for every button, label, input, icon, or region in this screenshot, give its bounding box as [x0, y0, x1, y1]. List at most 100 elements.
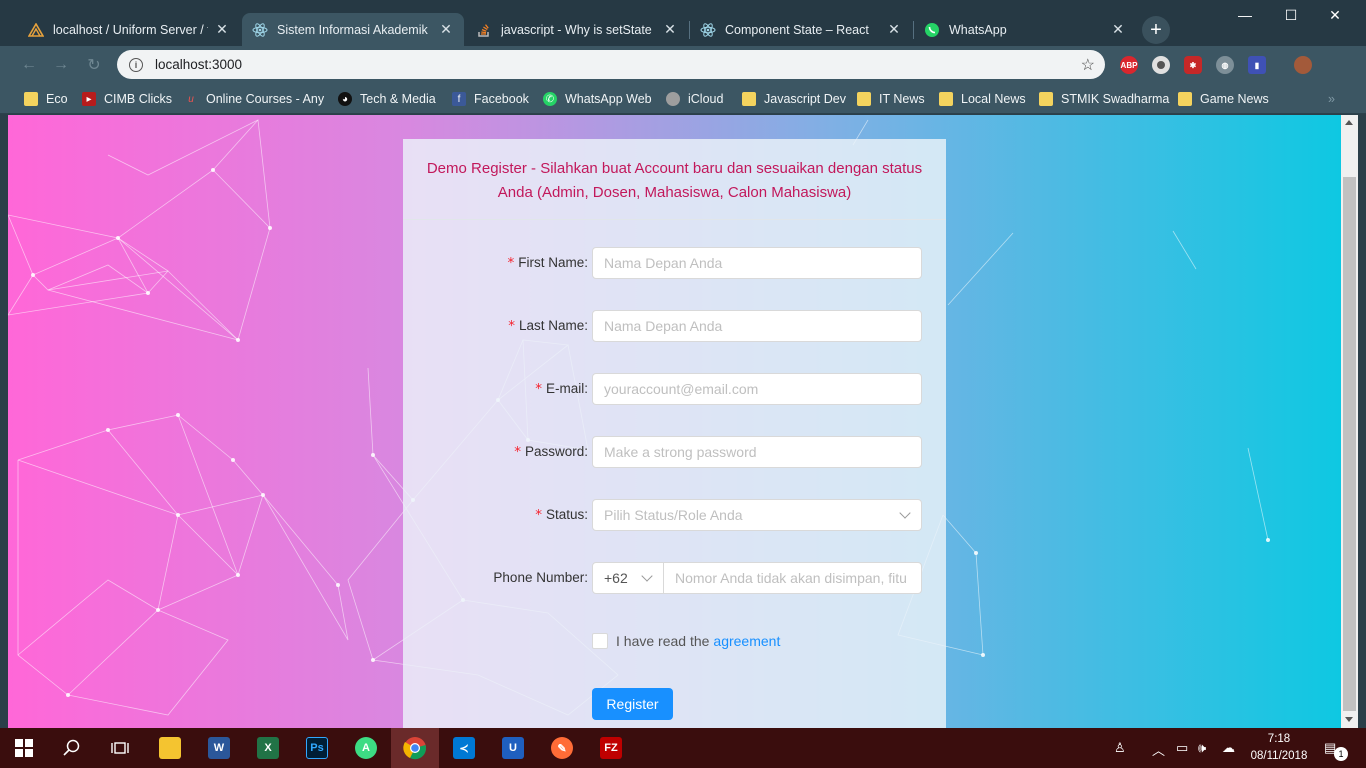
window-frame — [0, 115, 8, 728]
bookmark-eco[interactable]: Eco — [24, 90, 68, 108]
extension-circle-icon[interactable] — [1152, 56, 1170, 74]
postman-icon: ✎ — [551, 737, 573, 759]
new-tab-button[interactable]: + — [1142, 16, 1170, 44]
globe-icon[interactable]: ◍ — [1216, 56, 1234, 74]
taskbar-uniform-server[interactable]: U — [489, 728, 537, 768]
tab-component-state[interactable]: Component State – React ✕ — [690, 13, 912, 46]
bookmark-it-news[interactable]: IT News — [857, 90, 925, 108]
bookmark-facebook[interactable]: f Facebook — [452, 90, 529, 108]
chevron-up-icon[interactable]: ︿ — [1152, 740, 1165, 759]
close-window-icon[interactable]: ✕ — [1312, 4, 1358, 26]
password-placeholder: Make a strong password — [604, 444, 757, 460]
status-select[interactable]: Pilih Status/Role Anda — [592, 499, 922, 531]
tab-strip: localhost / Uniform Server / tu ✕ Sistem… — [0, 0, 1366, 46]
adblock-plus-icon[interactable]: ABP — [1120, 56, 1138, 74]
email-input[interactable]: youraccount@email.com — [592, 373, 922, 405]
bookmark-label: Javascript Dev — [764, 92, 846, 106]
bookmark-online-courses[interactable]: u Online Courses - Any — [184, 90, 324, 108]
chevron-down-icon — [641, 570, 653, 582]
people-icon[interactable]: ♙ — [1114, 740, 1126, 756]
tab-sistem-informasi[interactable]: Sistem Informasi Akademik Ka ✕ — [242, 13, 464, 46]
taskbar-chrome[interactable] — [391, 728, 439, 768]
first-name-input[interactable]: Nama Depan Anda — [592, 247, 922, 279]
bookmark-whatsapp-web[interactable]: ✆ WhatsApp Web — [543, 90, 652, 108]
bookmark-label: CIMB Clicks — [104, 92, 173, 106]
agreement-link[interactable]: agreement — [713, 633, 780, 649]
folder-icon — [857, 92, 871, 106]
bookmark-label: iCloud — [688, 92, 724, 106]
scrollbar-thumb[interactable] — [1343, 177, 1356, 711]
bookmark-tech-media[interactable]: ◕ Tech & Media — [338, 90, 436, 108]
battery-icon[interactable]: ▭ — [1176, 740, 1188, 756]
taskbar-vscode[interactable]: ≺ — [440, 728, 488, 768]
onedrive-icon[interactable]: ☁ — [1222, 740, 1235, 756]
taskbar-android-studio[interactable]: A — [342, 728, 390, 768]
bookmark-cimb[interactable]: ▸ CIMB Clicks — [82, 90, 172, 108]
reload-icon[interactable]: ↻ — [83, 54, 105, 76]
extension-red-icon[interactable]: ✱ — [1184, 56, 1202, 74]
taskbar-file-explorer[interactable] — [146, 728, 194, 768]
phone-input[interactable]: Nomor Anda tidak akan disimpan, fitu — [663, 562, 922, 594]
first-name-row: * First Name: Nama Depan Anda — [403, 247, 946, 279]
apple-icon — [666, 92, 680, 106]
tab-title: javascript - Why is setState in — [501, 22, 656, 37]
bookmark-stmik[interactable]: STMIK Swadharma — [1039, 90, 1169, 108]
agreement-row: I have read the agreement — [592, 633, 780, 649]
info-icon[interactable]: i — [129, 57, 143, 72]
password-input[interactable]: Make a strong password — [592, 436, 922, 468]
bookmark-game-news[interactable]: Game News — [1178, 90, 1269, 108]
taskbar-excel[interactable]: X — [244, 728, 292, 768]
address-bar[interactable]: i localhost:3000 ☆ — [117, 50, 1105, 79]
bookmark-star-icon[interactable]: ☆ — [1081, 55, 1095, 75]
last-name-input[interactable]: Nama Depan Anda — [592, 310, 922, 342]
uniform-server-icon — [28, 22, 44, 38]
tab-title: Component State – React — [725, 22, 869, 37]
bookmark-label: STMIK Swadharma — [1061, 92, 1170, 106]
country-code-select[interactable]: +62 — [592, 562, 664, 594]
taskbar-word[interactable]: W — [195, 728, 243, 768]
extension-blue-icon[interactable]: ▮ — [1248, 56, 1266, 74]
system-clock[interactable]: 7:18 08/11/2018 — [1248, 731, 1310, 765]
scroll-down-icon[interactable] — [1345, 717, 1353, 722]
forward-icon[interactable]: → — [50, 54, 72, 76]
start-button[interactable] — [0, 728, 48, 768]
tab-close-icon[interactable]: ✕ — [662, 21, 678, 38]
volume-icon[interactable]: 🕪 — [1198, 740, 1206, 756]
tab-close-icon[interactable]: ✕ — [886, 21, 902, 38]
tab-uniform-server[interactable]: localhost / Uniform Server / tu ✕ — [18, 13, 240, 46]
bookmark-javascript-dev[interactable]: Javascript Dev — [742, 90, 846, 108]
bookmark-icloud[interactable]: iCloud — [666, 90, 723, 108]
page-scrollbar[interactable] — [1341, 115, 1358, 728]
search-button[interactable] — [48, 728, 96, 768]
maximize-icon[interactable]: ☐ — [1268, 4, 1314, 26]
window-frame — [1358, 115, 1366, 728]
bookmark-local-news[interactable]: Local News — [939, 90, 1026, 108]
taskbar-filezilla[interactable]: FZ — [587, 728, 635, 768]
taskbar-photoshop[interactable]: Ps — [293, 728, 341, 768]
tab-separator — [913, 21, 914, 39]
back-icon[interactable]: ← — [18, 54, 40, 76]
folder-icon — [939, 92, 953, 106]
task-view-button[interactable] — [96, 728, 144, 768]
browser-toolbar: ← → ↻ i localhost:3000 ☆ ABP ✱ ◍ ▮ — [0, 46, 1366, 84]
agreement-checkbox[interactable] — [592, 633, 608, 649]
excel-icon: X — [257, 737, 279, 759]
vscode-icon: ≺ — [453, 737, 475, 759]
avatar[interactable] — [1294, 56, 1312, 74]
tab-stackoverflow[interactable]: javascript - Why is setState in ✕ — [466, 13, 688, 46]
folder-icon — [742, 92, 756, 106]
bookmark-label: IT News — [879, 92, 925, 106]
more-bookmarks-icon[interactable]: » — [1328, 90, 1335, 108]
minimize-icon[interactable]: — — [1222, 4, 1268, 26]
tab-whatsapp[interactable]: WhatsApp ✕ — [914, 13, 1136, 46]
tab-title: Sistem Informasi Akademik Ka — [277, 22, 432, 37]
tab-close-icon[interactable]: ✕ — [214, 21, 230, 38]
tab-close-icon[interactable]: ✕ — [438, 21, 454, 38]
register-button[interactable]: Register — [592, 688, 673, 720]
uniform-server-icon: U — [502, 737, 524, 759]
taskbar-postman[interactable]: ✎ — [538, 728, 586, 768]
bookmark-label: Game News — [1200, 92, 1269, 106]
search-icon — [63, 739, 80, 756]
scroll-up-icon[interactable] — [1345, 120, 1353, 125]
tab-close-icon[interactable]: ✕ — [1110, 21, 1126, 38]
